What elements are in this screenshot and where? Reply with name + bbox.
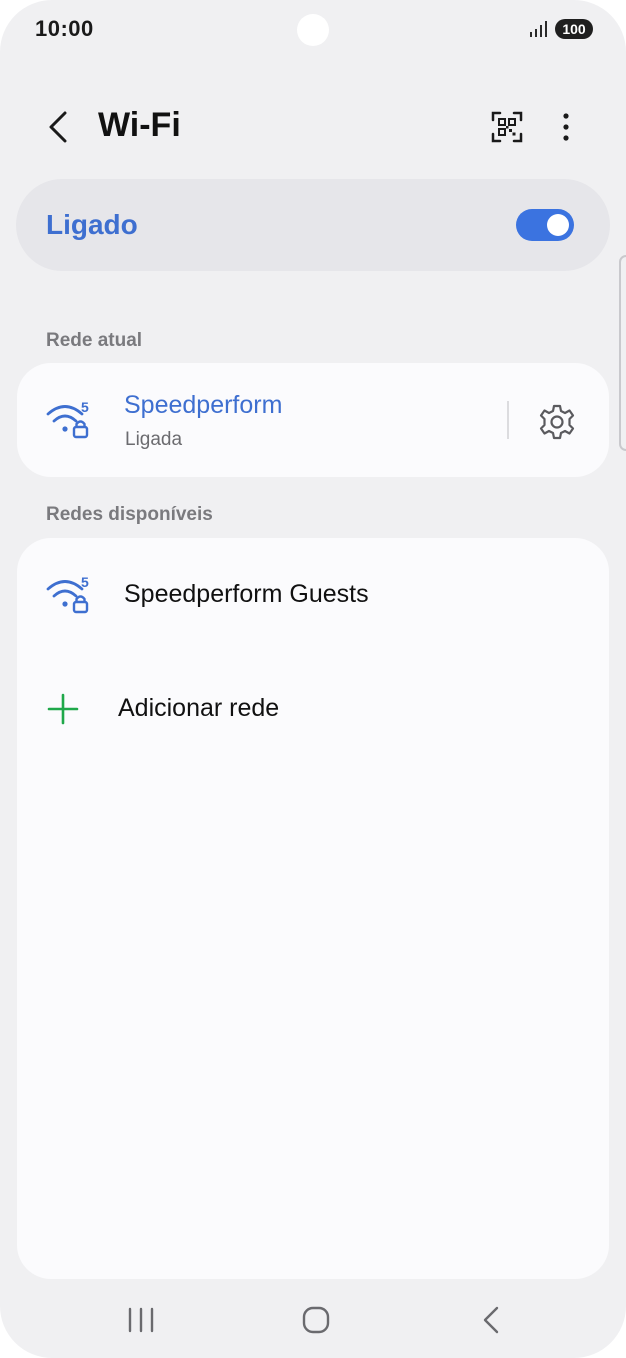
nav-back-button[interactable] bbox=[461, 1297, 521, 1343]
battery-level: 100 bbox=[562, 21, 586, 37]
more-vertical-icon bbox=[563, 113, 569, 141]
divider bbox=[507, 401, 509, 439]
wifi-secure-icon: 5 bbox=[46, 399, 89, 439]
current-network-status: Ligada bbox=[125, 429, 183, 450]
available-networks-card: 5 Speedperform Guests Adicionar rede bbox=[17, 538, 609, 1279]
scroll-indicator[interactable] bbox=[619, 255, 626, 451]
current-network-card[interactable]: 5 Speedperform Ligada bbox=[17, 363, 609, 477]
current-network-name: Speedperform bbox=[124, 391, 283, 419]
battery-icon: 100 bbox=[555, 19, 593, 39]
gear-icon bbox=[539, 404, 575, 440]
back-button[interactable] bbox=[36, 105, 80, 149]
plus-icon bbox=[47, 693, 79, 725]
qr-scan-button[interactable] bbox=[484, 104, 530, 150]
wifi-master-toggle-row[interactable]: Ligado bbox=[16, 179, 610, 271]
phone-screen: 10:00 100 Wi-Fi Ligado Rede atual 5 Spee… bbox=[0, 0, 626, 1358]
home-button[interactable] bbox=[286, 1297, 346, 1343]
more-options-button[interactable] bbox=[546, 104, 586, 150]
section-current-network: Rede atual bbox=[46, 330, 143, 351]
front-camera bbox=[297, 14, 329, 46]
available-network-name: Speedperform Guests bbox=[124, 580, 369, 608]
available-network-item[interactable]: 5 Speedperform Guests bbox=[17, 538, 609, 648]
wifi-toggle-label: Ligado bbox=[46, 209, 138, 240]
section-available-networks: Redes disponíveis bbox=[46, 504, 213, 525]
back-nav-icon bbox=[483, 1306, 499, 1334]
add-network-button[interactable]: Adicionar rede bbox=[17, 658, 609, 762]
page-title: Wi-Fi bbox=[98, 106, 181, 144]
toggle-knob bbox=[547, 214, 569, 236]
wifi-toggle-switch[interactable] bbox=[516, 209, 574, 241]
chevron-left-icon bbox=[49, 111, 67, 143]
recent-apps-icon bbox=[128, 1307, 154, 1333]
band-label: 5 bbox=[81, 399, 89, 415]
add-network-label: Adicionar rede bbox=[118, 694, 280, 722]
network-settings-button[interactable] bbox=[533, 398, 581, 446]
recent-apps-button[interactable] bbox=[111, 1297, 171, 1343]
wifi-secure-icon: 5 bbox=[46, 574, 89, 614]
signal-icon bbox=[530, 21, 547, 37]
qr-code-icon bbox=[491, 111, 523, 143]
band-label: 5 bbox=[81, 574, 89, 590]
home-icon bbox=[302, 1306, 330, 1334]
status-time: 10:00 bbox=[35, 16, 94, 41]
